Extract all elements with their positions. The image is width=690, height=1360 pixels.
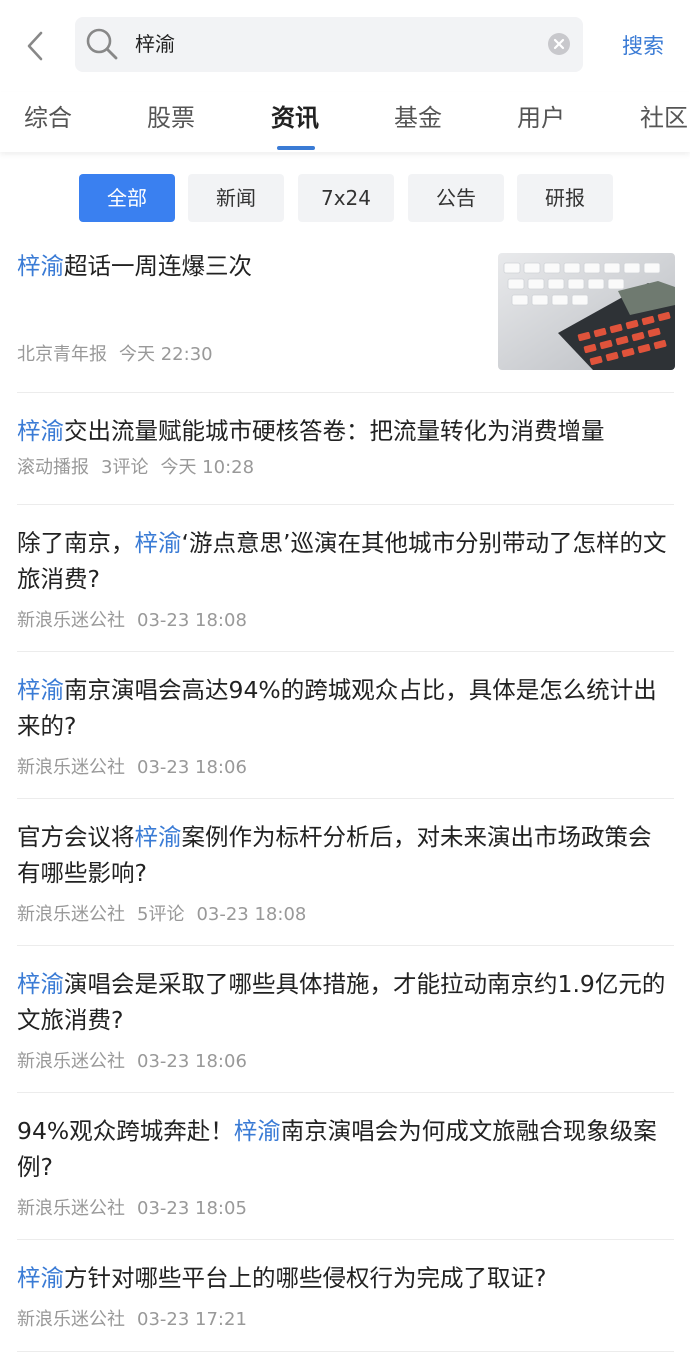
keyword-highlight: 梓渝 <box>134 529 182 557</box>
news-source: 新浪乐迷公社 <box>17 904 125 925</box>
filter-all[interactable]: 全部 <box>79 174 175 222</box>
news-meta: 新浪乐迷公社 03-23 18:06 <box>17 1049 674 1075</box>
keyword-highlight: 梓渝 <box>17 252 64 280</box>
news-title[interactable]: 除了南京，梓渝‘游点意思’巡演在其他城市分别带动了怎样的文旅消费? <box>17 525 674 597</box>
news-title[interactable]: 94%观众跨城奔赴！梓渝南京演唱会为何成文旅融合现象级案例? <box>17 1113 674 1185</box>
news-time: 03-23 18:06 <box>137 1051 247 1072</box>
news-time: 03-23 18:08 <box>196 904 307 925</box>
news-item[interactable]: 梓渝方针对哪些平台上的哪些侵权行为完成了取证? 新浪乐迷公社 03-23 17:2… <box>17 1260 674 1333</box>
news-thumbnail[interactable] <box>498 253 675 370</box>
news-comments: 3评论 <box>101 457 149 478</box>
filter-chips: 全部 新闻 7x24 公告 研报 <box>0 174 690 222</box>
divider <box>17 651 674 652</box>
news-item[interactable]: 梓渝超话一周连爆三次 <box>17 248 487 284</box>
news-time: 03-23 18:06 <box>137 757 247 778</box>
news-item[interactable]: 梓渝演唱会是采取了哪些具体措施，才能拉动南京约1.9亿元的文旅消费? 新浪乐迷公… <box>17 966 674 1075</box>
filter-announcements[interactable]: 公告 <box>408 174 504 222</box>
calculator-image <box>498 253 675 370</box>
filter-7x24[interactable]: 7x24 <box>298 174 394 222</box>
search-box[interactable]: 梓渝 <box>75 17 583 72</box>
news-item[interactable]: 梓渝南京演唱会高达94%的跨城观众占比，具体是怎么统计出来的? 新浪乐迷公社 03… <box>17 672 674 781</box>
top-bar: 梓渝 搜索 <box>0 0 690 92</box>
news-meta: 滚动播报 3评论 今天 10:28 <box>17 455 674 481</box>
keyword-highlight: 梓渝 <box>134 823 182 851</box>
tab-community[interactable]: 社区 <box>640 96 688 140</box>
news-meta: 新浪乐迷公社 03-23 17:21 <box>17 1307 674 1333</box>
divider <box>17 1239 674 1240</box>
filter-research[interactable]: 研报 <box>517 174 613 222</box>
divider <box>17 798 674 799</box>
news-source: 新浪乐迷公社 <box>17 1051 125 1072</box>
news-item[interactable]: 除了南京，梓渝‘游点意思’巡演在其他城市分别带动了怎样的文旅消费? 新浪乐迷公社… <box>17 525 674 634</box>
news-item[interactable]: 官方会议将梓渝案例作为标杆分析后，对未来演出市场政策会有哪些影响? 新浪乐迷公社… <box>17 819 674 928</box>
news-source: 新浪乐迷公社 <box>17 1309 125 1330</box>
keyword-highlight: 梓渝 <box>17 676 64 704</box>
news-source: 新浪乐迷公社 <box>17 610 125 631</box>
news-time: 03-23 18:05 <box>137 1198 247 1219</box>
news-comments: 5评论 <box>137 904 185 925</box>
back-button[interactable] <box>18 26 52 66</box>
news-meta: 新浪乐迷公社 5评论 03-23 18:08 <box>17 902 674 928</box>
news-source: 新浪乐迷公社 <box>17 757 125 778</box>
news-item[interactable]: 梓渝交出流量赋能城市硬核答卷：把流量转化为消费增量 滚动播报 3评论 今天 10:2… <box>17 413 674 481</box>
news-time: 03-23 17:21 <box>137 1309 247 1330</box>
divider <box>17 1092 674 1093</box>
news-item[interactable]: 94%观众跨城奔赴！梓渝南京演唱会为何成文旅融合现象级案例? 新浪乐迷公社 03-… <box>17 1113 674 1222</box>
news-source: 新浪乐迷公社 <box>17 1198 125 1219</box>
category-tabs: 综合 股票 资讯 基金 用户 社区 <box>0 92 690 152</box>
tab-users[interactable]: 用户 <box>517 96 565 140</box>
news-time: 03-23 18:08 <box>137 610 247 631</box>
news-title[interactable]: 梓渝方针对哪些平台上的哪些侵权行为完成了取证? <box>17 1260 674 1296</box>
news-meta: 新浪乐迷公社 03-23 18:08 <box>17 608 674 634</box>
divider <box>17 392 674 393</box>
news-title[interactable]: 梓渝交出流量赋能城市硬核答卷：把流量转化为消费增量 <box>17 413 674 449</box>
search-query[interactable]: 梓渝 <box>135 17 175 72</box>
keyword-highlight: 梓渝 <box>17 417 64 445</box>
news-time: 今天 10:28 <box>160 457 255 478</box>
search-icon <box>86 28 118 60</box>
keyword-highlight: 梓渝 <box>17 1264 64 1292</box>
news-title[interactable]: 官方会议将梓渝案例作为标杆分析后，对未来演出市场政策会有哪些影响? <box>17 819 674 891</box>
keyword-highlight: 梓渝 <box>233 1117 281 1145</box>
chevron-left-icon <box>27 31 43 61</box>
tab-funds[interactable]: 基金 <box>394 96 442 140</box>
filter-news[interactable]: 新闻 <box>188 174 284 222</box>
tab-stocks[interactable]: 股票 <box>147 96 195 140</box>
news-time: 今天 22:30 <box>119 344 213 365</box>
search-button[interactable]: 搜索 <box>610 26 676 66</box>
news-meta: 新浪乐迷公社 03-23 18:05 <box>17 1196 674 1222</box>
news-source: 滚动播报 <box>17 457 89 478</box>
news-title[interactable]: 梓渝超话一周连爆三次 <box>17 248 487 284</box>
clear-icon[interactable] <box>547 32 571 56</box>
divider <box>17 1351 674 1352</box>
active-tab-indicator <box>277 146 315 150</box>
news-title[interactable]: 梓渝演唱会是采取了哪些具体措施，才能拉动南京约1.9亿元的文旅消费? <box>17 966 674 1038</box>
divider <box>17 504 674 505</box>
keyword-highlight: 梓渝 <box>17 970 64 998</box>
news-meta: 新浪乐迷公社 03-23 18:06 <box>17 755 674 781</box>
tab-comprehensive[interactable]: 综合 <box>24 96 72 140</box>
news-title[interactable]: 梓渝南京演唱会高达94%的跨城观众占比，具体是怎么统计出来的? <box>17 672 674 744</box>
news-source: 北京青年报 <box>17 344 107 365</box>
divider <box>17 945 674 946</box>
tab-news[interactable]: 资讯 <box>271 96 319 140</box>
